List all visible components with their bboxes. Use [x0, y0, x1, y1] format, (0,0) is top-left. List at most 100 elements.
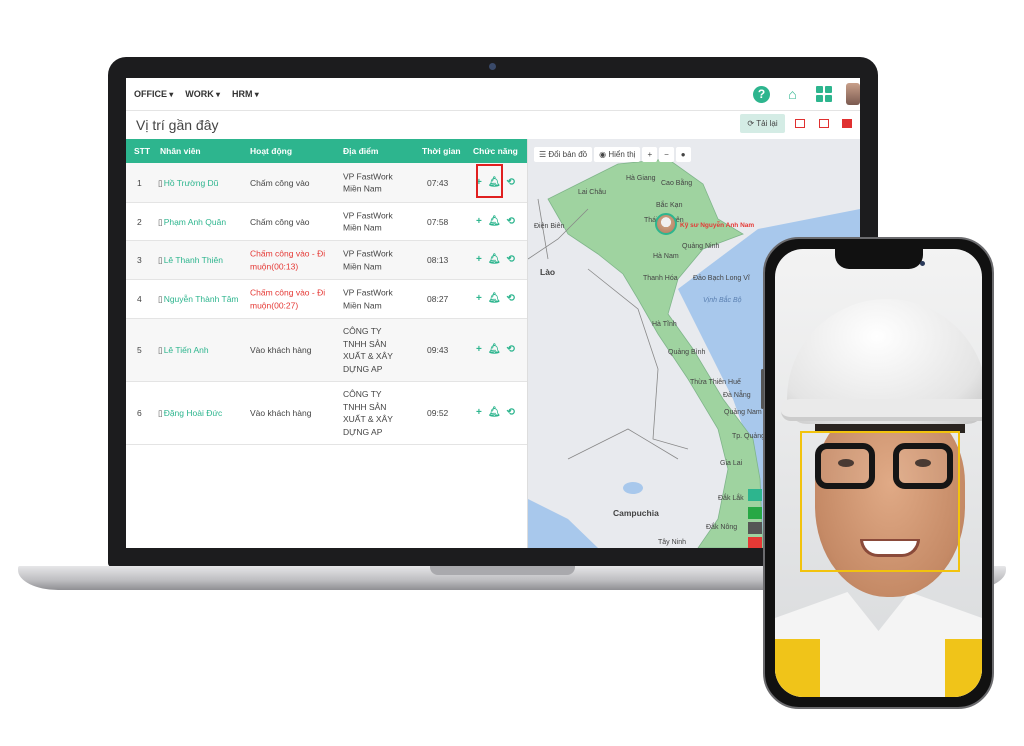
employee-link[interactable]: Đặng Hoài Đức [158, 407, 223, 420]
zoom-in-button[interactable]: + [642, 147, 658, 162]
location-table: STT Nhân viên Hoạt động Địa điểm Thời gi… [126, 139, 528, 548]
time: 08:27 [427, 293, 449, 304]
map-place-label: Quảng Nam [724, 409, 762, 416]
menu-hrm[interactable]: HRM [232, 89, 259, 99]
menu-work[interactable]: WORK [185, 89, 220, 99]
laptop-notch [430, 566, 575, 575]
face-detection-box [800, 431, 960, 572]
header-time: Thời gian [422, 146, 461, 156]
employee-link[interactable]: Lê Tiến Anh [158, 344, 209, 357]
user-avatar[interactable] [846, 83, 860, 105]
app-screen: OFFICE WORK HRM ? ⌂ Vị trí gần đây ⟳ Tải… [126, 78, 860, 548]
time: 09:43 [427, 344, 449, 355]
history-icon[interactable]: ⟲ [507, 293, 515, 306]
table-row: 3 Lê Thanh Thiên Chấm công vào - Đi muộn… [126, 241, 527, 280]
row-actions: + 🔔︎ ⟲ [476, 293, 515, 306]
row-stt: 2 [137, 216, 142, 227]
page-title: Vị trí gần đây [136, 117, 219, 133]
history-icon[interactable]: ⟲ [507, 344, 515, 357]
face-recognition-screen [775, 249, 982, 697]
zoom-out-button[interactable]: − [659, 147, 674, 162]
map-place-label: Đảo Bạch Long Vĩ [693, 275, 750, 282]
place: VP FastWork Miền Nam [343, 248, 393, 272]
table-row: 2 Phạm Anh Quân Chấm công vào VP FastWor… [126, 203, 527, 241]
map-view-icon[interactable] [795, 119, 805, 128]
plus-icon[interactable]: + [476, 254, 482, 267]
employee-link[interactable]: Phạm Anh Quân [158, 215, 226, 228]
map-place-label: Gia Lai [720, 460, 743, 467]
help-icon[interactable]: ? [753, 85, 770, 103]
bell-icon[interactable]: 🔔︎ [488, 407, 501, 420]
employee-link[interactable]: Nguyễn Thành Tâm [158, 293, 239, 306]
map-place-label: Hà Giang [626, 175, 656, 182]
plus-icon[interactable]: + [476, 293, 482, 306]
plus-icon[interactable]: + [476, 344, 482, 357]
plus-icon[interactable]: + [476, 215, 482, 228]
time: 08:13 [427, 254, 449, 265]
time: 09:52 [427, 407, 449, 418]
table-row: 5 Lê Tiến Anh Vào khách hàng CÔNG TY TNH… [126, 319, 527, 382]
history-icon[interactable]: ⟲ [507, 407, 515, 420]
place: CÔNG TY TNHH SẢN XUẤT & XÂY DỰNG AP [343, 389, 393, 437]
row-stt: 6 [137, 407, 142, 418]
header-place: Địa điểm [343, 146, 379, 156]
activity: Chấm công vào - Đi muộn(00:27) [250, 287, 326, 311]
history-icon[interactable]: ⟲ [507, 254, 515, 267]
plus-icon[interactable]: + [476, 407, 482, 420]
row-stt: 1 [137, 177, 142, 188]
hard-hat-brim [781, 399, 982, 421]
activity: Chấm công vào [250, 216, 310, 227]
place: VP FastWork Miền Nam [343, 210, 393, 233]
refresh-icon: ⟳ [747, 119, 757, 128]
marker-label: Kỹ sư Nguyễn Anh Nam [680, 222, 755, 229]
map-place-label: Campuchia [613, 508, 659, 518]
table-row: 4 Nguyễn Thành Tâm Chấm công vào - Đi mu… [126, 280, 527, 319]
bell-icon[interactable]: 🔔︎ [488, 344, 501, 357]
highlight-box [476, 164, 503, 198]
bell-icon[interactable]: 🔔︎ [488, 254, 501, 267]
map-place-label: Cao Bằng [661, 180, 693, 187]
safety-vest [945, 639, 982, 697]
row-actions: + 🔔︎ ⟲ [476, 215, 515, 228]
map-place-label: Thanh Hóa [643, 275, 678, 282]
map-side-button[interactable] [748, 507, 762, 519]
map-side-button[interactable] [748, 489, 762, 501]
employee-link[interactable]: Lê Thanh Thiên [158, 254, 223, 267]
header-activity: Hoạt động [250, 146, 293, 156]
table-header: STT Nhân viên Hoạt động Địa điểm Thời gi… [126, 139, 527, 163]
map-place-label: Đà Nẵng [723, 392, 751, 399]
display-label: Hiển thị [608, 150, 636, 159]
map-place-label: Quảng Ninh [682, 243, 720, 250]
home-icon[interactable]: ⌂ [784, 86, 801, 103]
display-button[interactable]: ◉ Hiển thị [594, 147, 641, 162]
phone-frame [761, 237, 994, 709]
employee-marker[interactable] [655, 213, 677, 235]
table-row: 1 Hồ Trường Dũ Chấm công vào VP FastWork… [126, 163, 527, 203]
history-icon[interactable]: ⟲ [507, 215, 515, 228]
place: VP FastWork Miền Nam [343, 171, 393, 194]
globe-icon[interactable]: ● [675, 147, 691, 162]
bell-icon[interactable]: 🔔︎ [488, 293, 501, 306]
map-side-button[interactable] [748, 537, 762, 548]
row-actions: + 🔔︎ ⟲ [476, 254, 515, 267]
map-place-label: Tây Ninh [658, 539, 687, 546]
employee-link[interactable]: Hồ Trường Dũ [158, 176, 219, 189]
history-icon[interactable]: ⟲ [507, 176, 515, 189]
activity: Vào khách hàng [250, 407, 312, 418]
change-map-button[interactable]: ☰ Đổi bản đồ [534, 147, 593, 162]
map-place-label: Thừa Thiên Huế [690, 379, 741, 386]
split-view-icon[interactable] [819, 119, 829, 128]
table-view-icon[interactable] [842, 119, 852, 128]
table-row: 6 Đặng Hoài Đức Vào khách hàng CÔNG TY T… [126, 382, 527, 445]
map-place-label: Quảng Bình [668, 349, 706, 356]
map-side-button[interactable] [748, 522, 762, 534]
map-place-label: Hà Tĩnh [652, 321, 677, 328]
map-place-label: Lào [540, 267, 556, 277]
reload-button[interactable]: ⟳ Tải lại [740, 114, 785, 133]
safety-vest [775, 639, 820, 697]
bell-icon[interactable]: 🔔︎ [488, 215, 501, 228]
map-place-label: Đắk Nông [706, 524, 738, 531]
menu-office[interactable]: OFFICE [134, 89, 173, 99]
apps-grid-icon[interactable] [815, 86, 832, 103]
map-place-label: Điện Biên [534, 223, 565, 230]
